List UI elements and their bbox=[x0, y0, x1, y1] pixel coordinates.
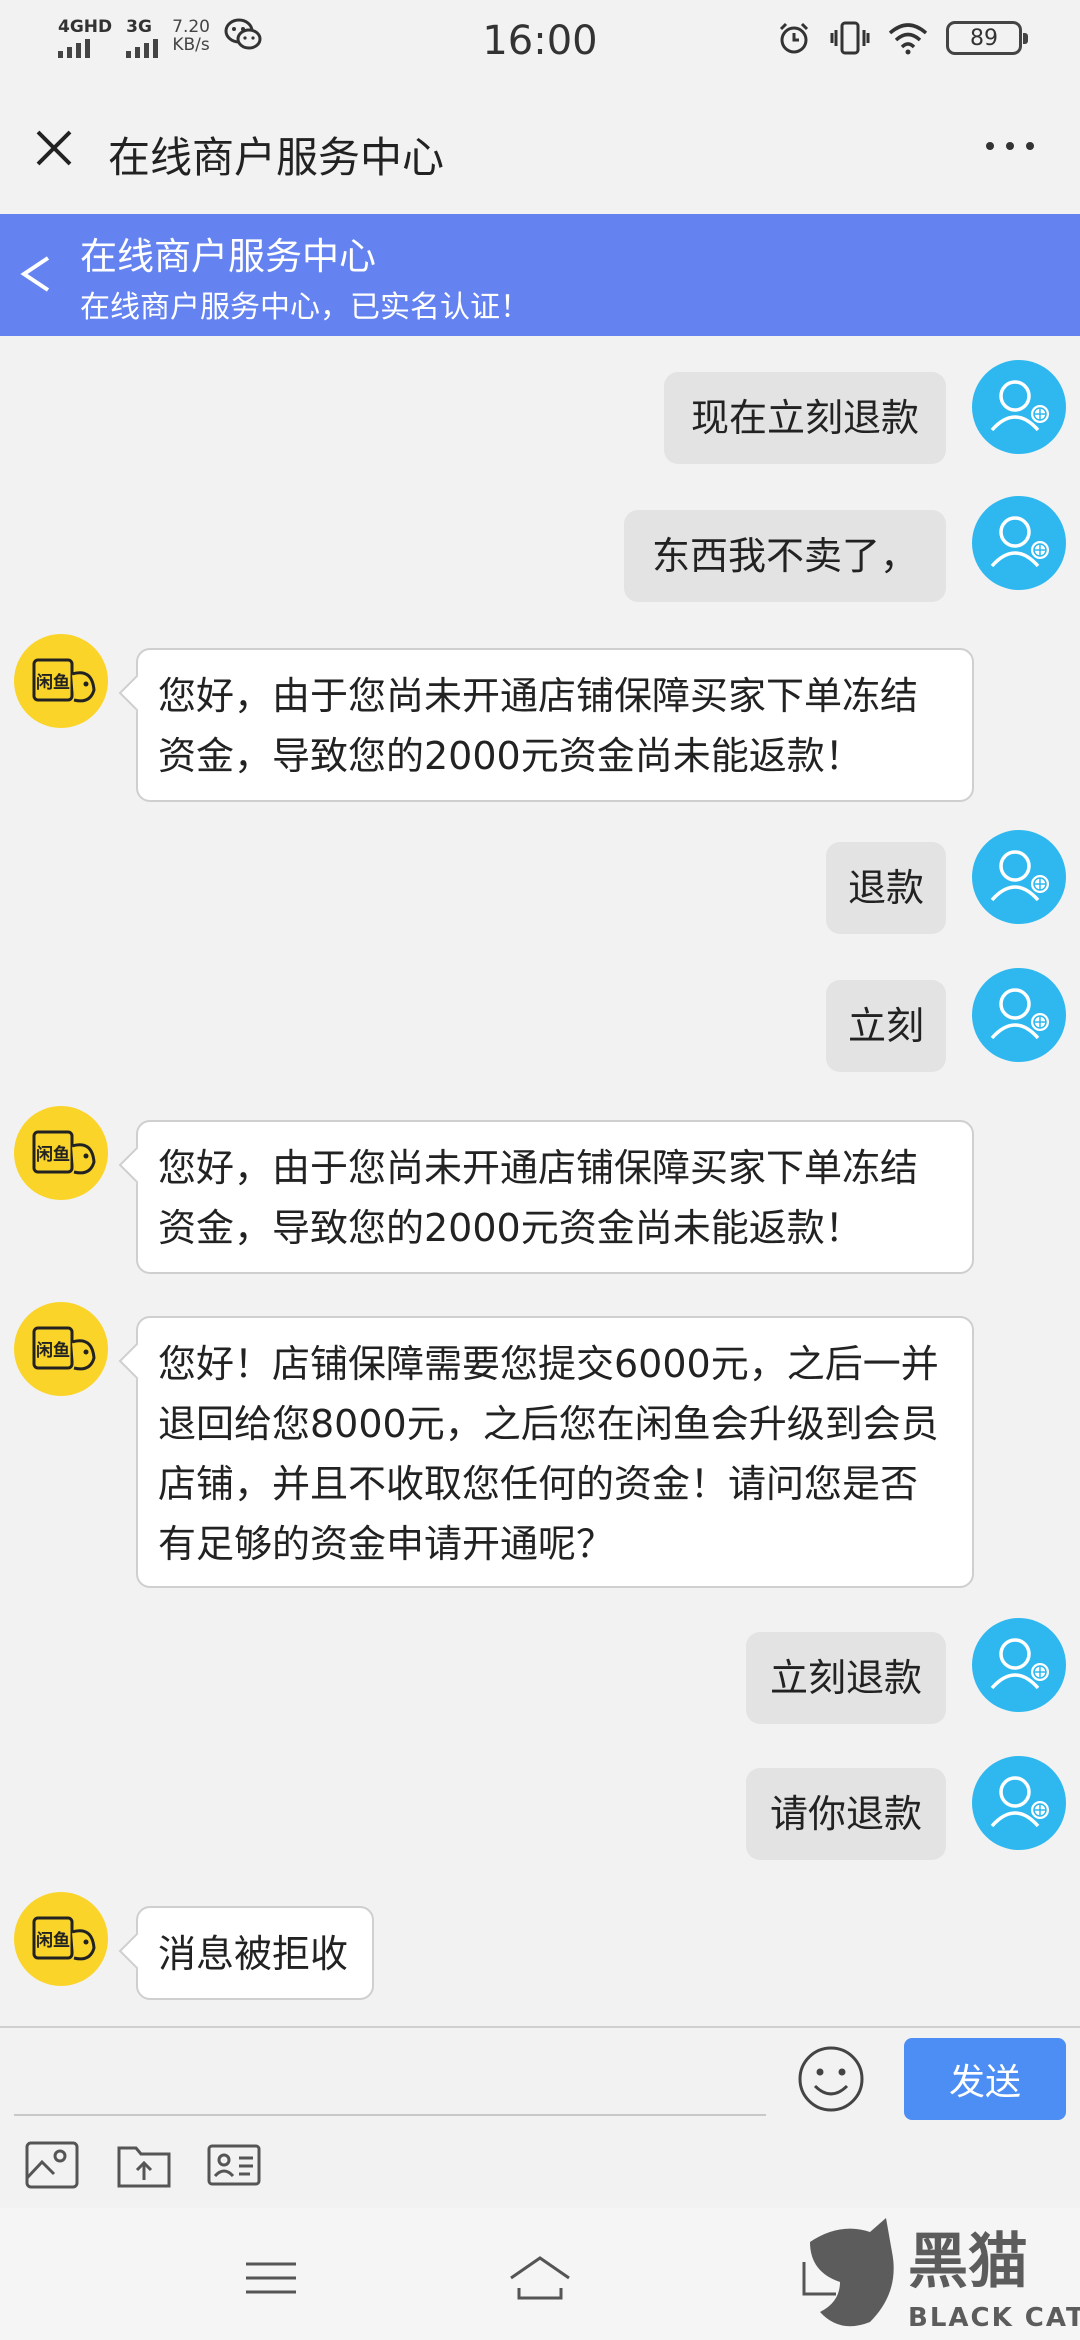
message-bubble-incoming: 您好，由于您尚未开通店铺保障买家下单冻结资金，导致您的2000元资金尚未能返款！ bbox=[136, 648, 974, 802]
merchant-avatar-label: 闲鱼 bbox=[36, 1930, 70, 1951]
merchant-avatar-label: 闲鱼 bbox=[36, 1340, 70, 1361]
person-icon bbox=[990, 850, 1049, 902]
back-arrow-icon[interactable] bbox=[14, 244, 54, 304]
watermark-en: BLACK CAT bbox=[908, 2303, 1080, 2333]
page-title: 在线商户服务中心 bbox=[108, 133, 445, 182]
person-icon bbox=[990, 516, 1049, 568]
merchant-avatar-label: 闲鱼 bbox=[36, 672, 70, 693]
battery-icon: 89 bbox=[946, 21, 1028, 55]
merchant-avatar-label: 闲鱼 bbox=[36, 1144, 70, 1165]
merchant-avatar[interactable]: 闲鱼 bbox=[14, 1892, 108, 1986]
xianyu-logo-icon: 闲鱼 bbox=[32, 1326, 96, 1371]
status-right: 89 bbox=[776, 20, 1028, 56]
user-avatar[interactable] bbox=[972, 496, 1066, 590]
message-bubble-incoming: 您好！店铺保障需要您提交6000元，之后一并退回给您8000元，之后您在闲鱼会升… bbox=[136, 1316, 974, 1588]
person-icon bbox=[990, 1776, 1049, 1828]
message-input[interactable] bbox=[14, 2038, 766, 2116]
title-bar: 在线商户服务中心 bbox=[0, 84, 1080, 214]
message-bubble-outgoing: 退款 bbox=[826, 842, 946, 934]
user-avatar[interactable] bbox=[972, 1618, 1066, 1712]
wifi-icon bbox=[888, 23, 928, 55]
status-bar: 4GHD 3G 7.20 KB/s 16:00 89 bbox=[0, 0, 1080, 84]
menu-icon[interactable] bbox=[236, 2248, 306, 2308]
home-icon[interactable] bbox=[505, 2248, 575, 2308]
chat-subtitle: 在线商户服务中心，已实名认证！ bbox=[80, 290, 530, 325]
message-bubble-outgoing: 立刻 bbox=[826, 980, 946, 1072]
contact-card-icon[interactable] bbox=[206, 2140, 262, 2190]
message-bubble-outgoing: 现在立刻退款 bbox=[664, 372, 946, 464]
user-avatar[interactable] bbox=[972, 1756, 1066, 1850]
user-avatar[interactable] bbox=[972, 360, 1066, 454]
message-bubble-outgoing: 立刻退款 bbox=[746, 1632, 946, 1724]
person-icon bbox=[990, 1638, 1049, 1690]
watermark-logo: 黑猫 BLACK CAT bbox=[800, 2212, 1080, 2340]
attachment-toolbar bbox=[0, 2128, 1080, 2208]
close-icon[interactable] bbox=[26, 120, 82, 176]
person-icon bbox=[990, 988, 1049, 1040]
image-icon[interactable] bbox=[24, 2140, 80, 2190]
vibrate-icon bbox=[830, 21, 870, 55]
folder-upload-icon[interactable] bbox=[116, 2140, 172, 2190]
merchant-avatar[interactable]: 闲鱼 bbox=[14, 1106, 108, 1200]
user-avatar[interactable] bbox=[972, 830, 1066, 924]
xianyu-logo-icon: 闲鱼 bbox=[32, 1916, 96, 1961]
message-input-bar: 发送 bbox=[0, 2026, 1080, 2128]
chat-title: 在线商户服务中心 bbox=[80, 235, 376, 278]
chat-header-banner: 在线商户服务中心 在线商户服务中心，已实名认证！ bbox=[0, 214, 1080, 336]
merchant-avatar[interactable]: 闲鱼 bbox=[14, 1302, 108, 1396]
watermark-cn: 黑猫 bbox=[908, 2227, 1028, 2297]
person-icon bbox=[990, 380, 1049, 432]
more-options-icon[interactable] bbox=[980, 126, 1040, 166]
xianyu-logo-icon: 闲鱼 bbox=[32, 658, 96, 703]
xianyu-logo-icon: 闲鱼 bbox=[32, 1130, 96, 1175]
user-avatar[interactable] bbox=[972, 968, 1066, 1062]
chat-messages[interactable]: 现在立刻退款 东西我不卖了， 闲鱼 您好，由于您尚未开通店铺保障买家下单冻结资金… bbox=[0, 336, 1080, 2026]
message-bubble-incoming: 消息被拒收 bbox=[136, 1906, 374, 2000]
alarm-icon bbox=[779, 22, 809, 54]
merchant-avatar[interactable]: 闲鱼 bbox=[14, 634, 108, 728]
message-bubble-incoming: 您好，由于您尚未开通店铺保障买家下单冻结资金，导致您的2000元资金尚未能返款！ bbox=[136, 1120, 974, 1274]
message-bubble-outgoing: 东西我不卖了， bbox=[624, 510, 946, 602]
emoji-icon[interactable] bbox=[796, 2044, 866, 2114]
message-bubble-outgoing: 请你退款 bbox=[746, 1768, 946, 1860]
send-button[interactable]: 发送 bbox=[904, 2038, 1066, 2120]
